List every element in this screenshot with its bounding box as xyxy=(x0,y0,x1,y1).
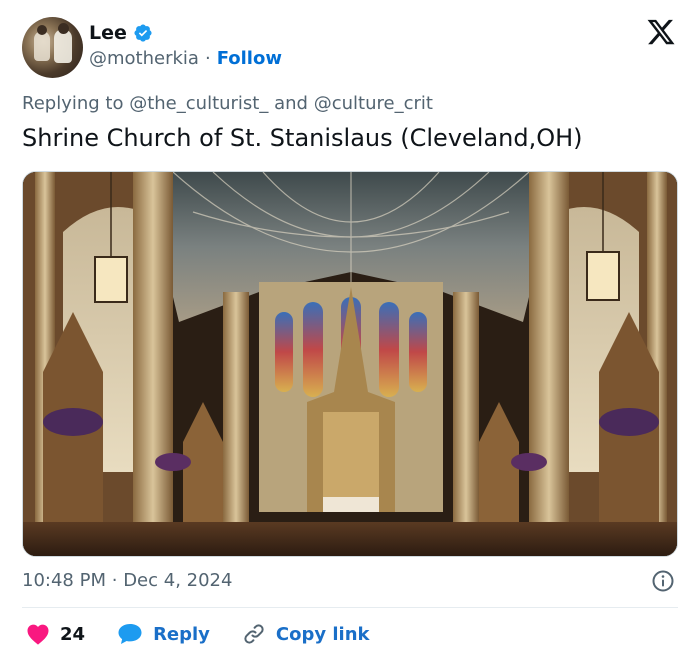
avatar[interactable] xyxy=(22,17,83,78)
replying-prefix: Replying to xyxy=(22,93,124,114)
copy-link-label: Copy link xyxy=(275,623,370,645)
like-button[interactable]: 24 xyxy=(26,623,85,645)
separator: · xyxy=(204,48,211,69)
tweet-time[interactable]: 10:48 PM xyxy=(22,570,106,591)
replying-to-line: Replying to @the_culturist_ and @culture… xyxy=(22,93,433,114)
speech-bubble-icon xyxy=(118,624,142,644)
copy-link-button[interactable]: Copy link xyxy=(242,622,370,646)
tweet-card: Lee @motherkia · Follow Replying to @the… xyxy=(0,0,700,660)
tweet-date[interactable]: Dec 4, 2024 xyxy=(123,570,232,591)
author-name[interactable]: Lee xyxy=(89,22,127,44)
replying-conjunction: and xyxy=(274,93,308,114)
separator: · xyxy=(111,570,118,591)
church-interior-photo xyxy=(23,172,677,556)
author-row: Lee xyxy=(89,22,153,44)
handle-row: @motherkia · Follow xyxy=(89,48,282,69)
timestamp-row: 10:48 PM · Dec 4, 2024 xyxy=(22,570,232,591)
info-icon[interactable] xyxy=(651,569,675,593)
reply-button[interactable]: Reply xyxy=(117,623,210,645)
like-count: 24 xyxy=(60,623,86,645)
follow-button[interactable]: Follow xyxy=(217,48,282,69)
x-logo-icon[interactable] xyxy=(645,17,677,47)
mention-link[interactable]: @culture_crit xyxy=(314,93,433,114)
tweet-image[interactable] xyxy=(22,171,678,557)
tweet-text: Shrine Church of St. Stanislaus (Clevela… xyxy=(22,124,583,152)
action-bar: 24 Reply Copy link xyxy=(26,620,370,648)
link-icon xyxy=(244,624,264,644)
reply-label: Reply xyxy=(153,623,210,645)
verified-badge-icon xyxy=(134,24,152,42)
author-handle[interactable]: @motherkia xyxy=(89,48,199,69)
heart-icon xyxy=(27,624,49,645)
mention-link[interactable]: @the_culturist_ xyxy=(129,93,268,114)
divider xyxy=(22,607,678,608)
